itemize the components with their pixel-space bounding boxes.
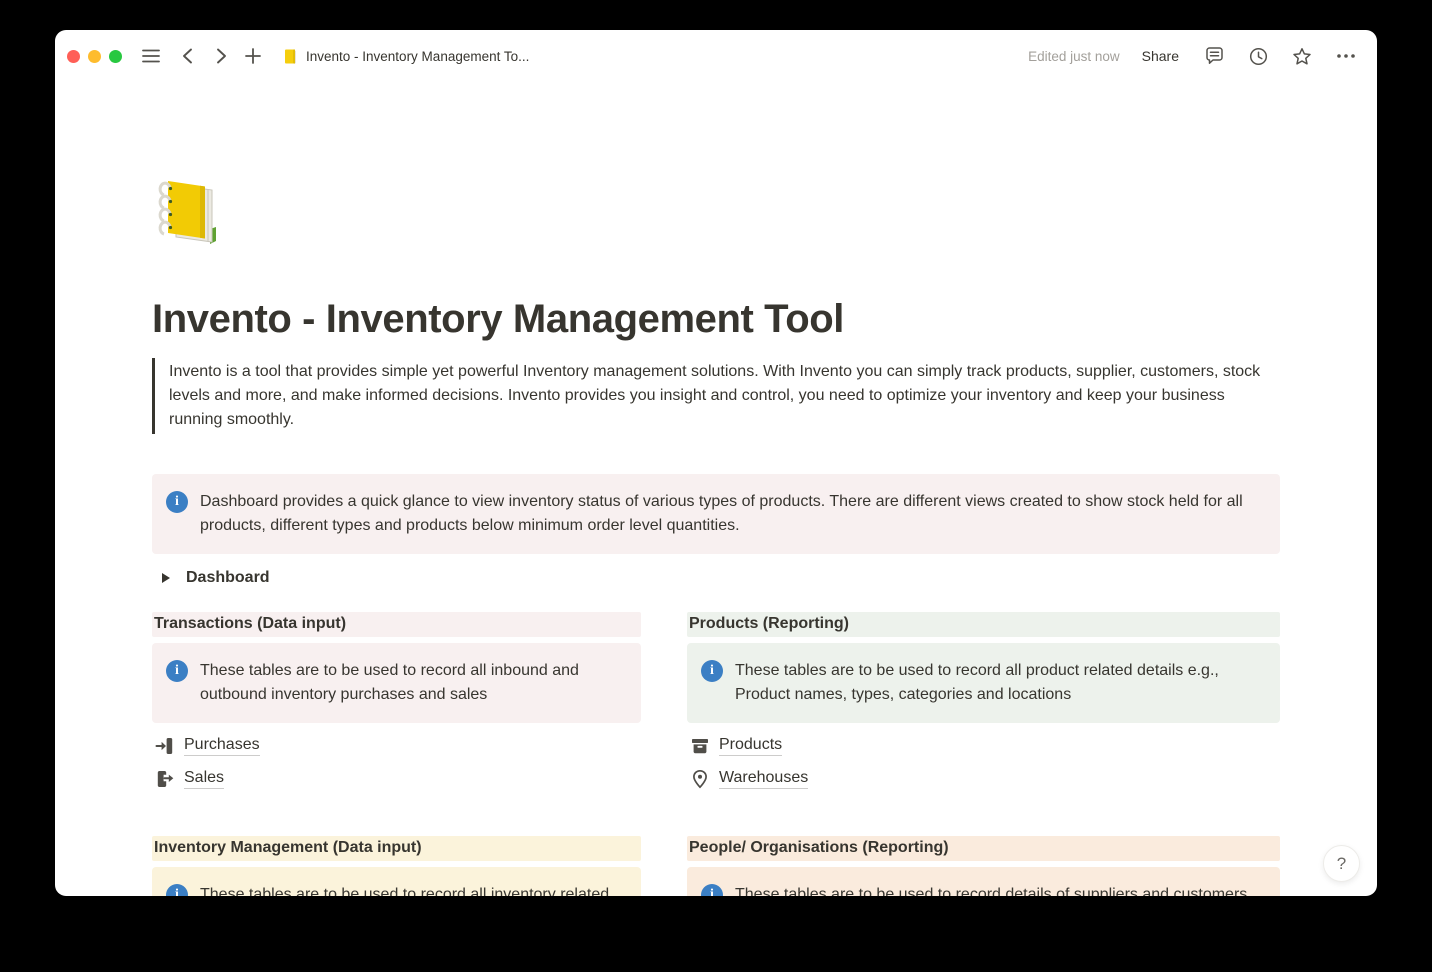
door-out-icon [154,768,175,789]
share-button[interactable]: Share [1138,46,1183,66]
products-page-link[interactable]: Products [687,732,1280,759]
products-callout: i These tables are to be used to record … [687,643,1280,723]
products-section: Products (Reporting) i These tables are … [687,612,1280,798]
info-icon: i [166,660,188,682]
transactions-callout-text: These tables are to be used to record al… [200,659,625,707]
products-callout-text: These tables are to be used to record al… [735,659,1264,707]
products-link-label[interactable]: Products [719,736,782,756]
info-icon: i [701,660,723,682]
history-clock-icon[interactable] [1245,43,1271,69]
tab-title[interactable]: Invento - Inventory Management To... [282,48,529,65]
close-window-button[interactable] [67,50,80,63]
toggle-triangle-icon[interactable] [156,568,176,588]
dashboard-toggle[interactable]: Dashboard [152,566,1280,590]
transactions-links: Purchases Sales [152,732,641,792]
warehouses-page-link[interactable]: Warehouses [687,765,1280,792]
people-organisations-header: People/ Organisations (Reporting) [687,836,1280,861]
door-in-icon [154,735,175,756]
back-chevron-icon[interactable] [174,43,200,69]
columns-row-1: Transactions (Data input) i These tables… [152,612,1280,798]
minimize-window-button[interactable] [88,50,101,63]
help-button[interactable]: ? [1323,845,1360,882]
sales-page-link[interactable]: Sales [152,765,641,792]
forward-chevron-icon[interactable] [208,43,234,69]
info-icon: i [166,491,188,513]
dashboard-toggle-label[interactable]: Dashboard [186,569,270,587]
inventory-management-callout: i These tables are to be used to record … [152,867,641,896]
people-organisations-section: People/ Organisations (Reporting) i Thes… [687,836,1280,896]
info-icon: i [701,884,723,896]
page-content: Invento - Inventory Management Tool Inve… [55,82,1377,896]
people-organisations-callout: i These tables are to be used to record … [687,867,1280,896]
sales-link-label[interactable]: Sales [184,769,224,789]
titlebar-actions: Edited just now Share [1028,43,1359,69]
notebook-tab-icon [282,48,299,65]
inventory-management-section: Inventory Management (Data input) i Thes… [152,836,641,896]
transactions-header: Transactions (Data input) [152,612,641,637]
columns-row-2: Inventory Management (Data input) i Thes… [152,836,1280,896]
inventory-management-header: Inventory Management (Data input) [152,836,641,861]
comment-icon[interactable] [1201,43,1227,69]
menu-icon[interactable] [138,43,164,69]
purchases-page-link[interactable]: Purchases [152,732,641,759]
page-title: Invento - Inventory Management Tool [152,296,1280,342]
app-window: Invento - Inventory Management To... Edi… [55,30,1377,896]
archive-box-icon [689,735,710,756]
traffic-lights [67,50,130,63]
people-organisations-callout-text: These tables are to be used to record de… [735,883,1247,896]
warehouses-link-label[interactable]: Warehouses [719,769,808,789]
inventory-management-callout-text: These tables are to be used to record al… [200,883,625,896]
location-pin-icon [689,768,710,789]
info-icon: i [166,884,188,896]
products-links: Products Warehouses [687,732,1280,792]
transactions-section: Transactions (Data input) i These tables… [152,612,641,798]
transactions-callout: i These tables are to be used to record … [152,643,641,723]
dashboard-callout: i Dashboard provides a quick glance to v… [152,474,1280,554]
products-header: Products (Reporting) [687,612,1280,637]
purchases-link-label[interactable]: Purchases [184,736,260,756]
favorite-star-icon[interactable] [1289,43,1315,69]
dashboard-callout-text: Dashboard provides a quick glance to vie… [200,490,1264,538]
new-tab-plus-icon[interactable] [240,43,266,69]
intro-quote: Invento is a tool that provides simple y… [152,358,1266,434]
page-notebook-icon[interactable] [152,175,228,251]
zoom-window-button[interactable] [109,50,122,63]
tab-title-text: Invento - Inventory Management To... [306,49,529,64]
more-ellipsis-icon[interactable] [1333,43,1359,69]
titlebar: Invento - Inventory Management To... Edi… [55,30,1377,82]
edited-status: Edited just now [1028,49,1120,64]
